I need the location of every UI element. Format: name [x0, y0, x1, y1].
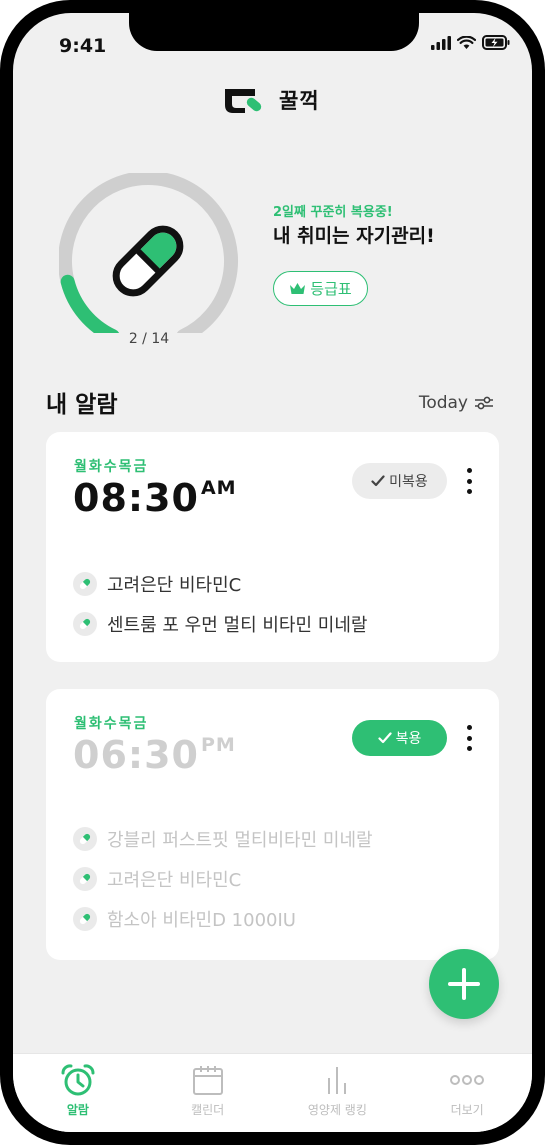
alarm-time: 08:30 AM — [73, 476, 237, 520]
supplement-item: 고려은단 비타민C — [73, 564, 367, 604]
alarm-time-value: 08:30 — [73, 476, 199, 520]
supplement-name: 고려은단 비타민C — [107, 870, 242, 891]
supplement-name: 함소아 비타민D 1000IU — [107, 910, 296, 931]
tab-label: 더보기 — [450, 1103, 484, 1117]
alarm-card[interactable]: 월화수목금 06:30 PM 복용 강블리 퍼스트핏 멀티비타민 미네랄 고려은단… — [46, 689, 499, 960]
supplement-item: 함소아 비타민D 1000IU — [73, 899, 373, 939]
supplement-list: 고려은단 비타민C 센트룸 포 우먼 멀티 비타민 미네랄 — [73, 564, 367, 644]
status-icons — [431, 35, 510, 50]
status-label: 복용 — [395, 731, 422, 747]
supplement-list: 강블리 퍼스트핏 멀티비타민 미네랄 고려은단 비타민C 함소아 비타민D 10… — [73, 819, 373, 939]
alarm-time-value: 06:30 — [73, 733, 199, 777]
device-notch — [129, 13, 419, 51]
ranking-bars-icon — [328, 1067, 347, 1094]
bottom-tab-bar: 알람 캘린더 영양제 랭킹 더보기 — [13, 1053, 532, 1132]
grade-table-button[interactable]: 등급표 — [273, 271, 368, 306]
alarms-section-title: 내 알람 — [46, 392, 118, 418]
tab-label: 알람 — [66, 1103, 89, 1117]
grade-button-label: 등급표 — [310, 280, 352, 298]
wifi-icon — [457, 35, 476, 49]
supplement-name: 센트룸 포 우먼 멀티 비타민 미네랄 — [107, 615, 368, 636]
tab-supplement-ranking[interactable]: 영양제 랭킹 — [273, 1054, 403, 1132]
status-label: 미복용 — [389, 474, 428, 490]
capsule-icon — [73, 827, 97, 851]
capsule-icon — [73, 867, 97, 891]
taken-toggle[interactable]: 복용 — [352, 720, 447, 756]
alarm-days: 월화수목금 — [74, 459, 149, 475]
plus-icon — [448, 968, 480, 1000]
streak-text: 2일째 꾸준히 복용중! — [273, 205, 393, 220]
supplement-name: 고려은단 비타민C — [107, 575, 242, 596]
phone-frame: 9:41 꿀꺽 2 / 14 2일째 꾸준히 복용중! 내 취미는 자기관리! … — [0, 0, 545, 1145]
status-time: 9:41 — [59, 35, 107, 57]
supplement-item: 센트룸 포 우먼 멀티 비타민 미네랄 — [73, 604, 367, 644]
motivation-headline: 내 취미는 자기관리! — [273, 225, 435, 247]
tab-calendar[interactable]: 캘린더 — [143, 1054, 273, 1132]
check-icon — [371, 475, 385, 487]
calendar-icon — [192, 1066, 223, 1095]
add-alarm-button[interactable] — [429, 949, 499, 1019]
app-screen: 9:41 꿀꺽 2 / 14 2일째 꾸준히 복용중! 내 취미는 자기관리! … — [13, 13, 532, 1132]
supplement-name: 강블리 퍼스트핏 멀티비타민 미네랄 — [107, 830, 373, 851]
alarm-more-menu[interactable] — [464, 725, 474, 751]
alarm-ampm: AM — [200, 477, 237, 499]
alarm-clock-icon — [61, 1064, 95, 1096]
filter-button[interactable]: Today — [419, 393, 494, 413]
signal-icon — [431, 35, 451, 50]
tab-alarm[interactable]: 알람 — [13, 1054, 143, 1132]
sliders-icon — [475, 396, 493, 410]
alarm-days: 월화수목금 — [74, 716, 149, 732]
check-icon — [378, 732, 392, 744]
capsule-icon — [73, 612, 97, 636]
progress-gauge: 2 / 14 — [58, 171, 259, 358]
supplement-item: 고려은단 비타민C — [73, 859, 373, 899]
tab-label: 캘린더 — [191, 1103, 225, 1117]
progress-count: 2 / 14 — [128, 331, 170, 347]
pill-capsule-icon — [112, 225, 184, 297]
not-taken-toggle[interactable]: 미복용 — [352, 463, 447, 499]
crown-icon — [290, 283, 306, 294]
alarm-card[interactable]: 월화수목금 08:30 AM 미복용 고려은단 비타민C 센트룸 포 우먼 멀티 … — [46, 432, 499, 662]
battery-icon — [482, 35, 510, 50]
app-logo: 꿀꺽 — [221, 85, 320, 115]
filter-label: Today — [418, 393, 468, 413]
capsule-icon — [73, 572, 97, 596]
logo-icon — [225, 89, 262, 113]
more-dots-icon — [450, 1075, 485, 1085]
app-name: 꿀꺽 — [279, 89, 320, 113]
supplement-item: 강블리 퍼스트핏 멀티비타민 미네랄 — [73, 819, 373, 859]
alarm-ampm: PM — [200, 734, 236, 756]
capsule-icon — [73, 907, 97, 931]
alarm-more-menu[interactable] — [464, 468, 474, 494]
gauge-fill — [60, 274, 120, 344]
alarm-time: 06:30 PM — [73, 733, 236, 777]
tab-label: 영양제 랭킹 — [307, 1103, 367, 1117]
tab-more[interactable]: 더보기 — [402, 1054, 532, 1132]
